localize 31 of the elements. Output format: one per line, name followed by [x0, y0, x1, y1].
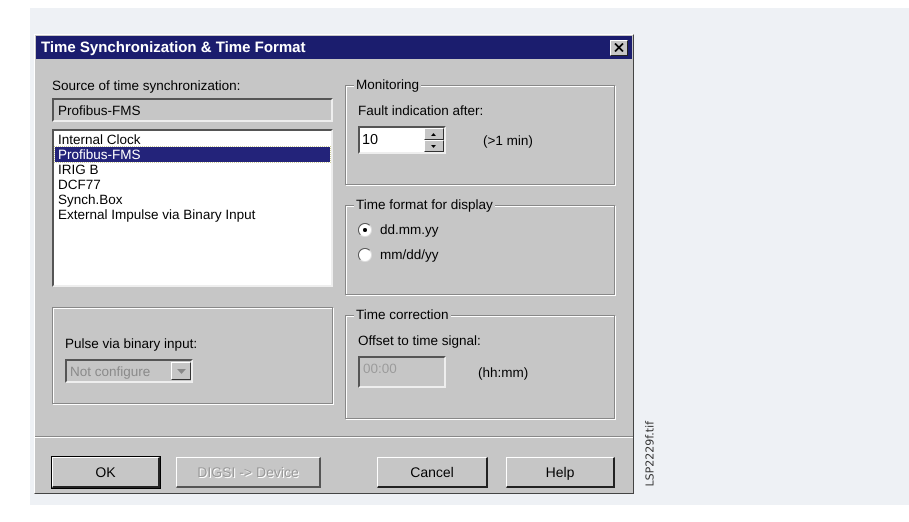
list-item[interactable]: Synch.Box [55, 192, 330, 207]
group-title: Time correction [354, 307, 451, 322]
radio-label[interactable]: dd.mm.yy [380, 222, 438, 237]
list-item[interactable]: External Impulse via Binary Input [55, 207, 330, 222]
list-item[interactable]: Internal Clock [55, 132, 330, 147]
radio-button[interactable] [358, 248, 372, 262]
unit-label: (hh:mm) [478, 364, 528, 380]
pulse-label: Pulse via binary input: [65, 336, 198, 351]
close-icon [614, 43, 624, 52]
offset-label: Offset to time signal: [358, 333, 481, 348]
down-arrow-icon [431, 144, 436, 148]
radio-label[interactable]: mm/dd/yy [380, 247, 438, 262]
window-title: Time Synchronization & Time Format [41, 39, 306, 56]
dialog-button[interactable]: OK [52, 457, 160, 488]
source-field: Profibus-FMS [52, 98, 333, 122]
dialog-button[interactable]: Help [506, 457, 615, 488]
close-button[interactable] [610, 40, 628, 56]
source-label: Source of time synchronization: [52, 78, 242, 93]
figure-label: LSP2229f.tif [644, 420, 656, 486]
group-title: Monitoring [354, 77, 422, 92]
list-item[interactable]: DCF77 [55, 177, 330, 192]
dialog-button[interactable]: Cancel [377, 457, 488, 488]
unit-label: (>1 min) [482, 132, 533, 148]
radio-button[interactable] [358, 222, 372, 236]
dropdown-arrow-icon [176, 368, 186, 374]
fault-label: Fault indication after: [358, 103, 484, 118]
list-item[interactable]: Profibus-FMS [55, 147, 330, 162]
list-item[interactable]: IRIG B [55, 162, 330, 177]
group-title: Time format for display [354, 197, 495, 212]
spin-field[interactable]: 10 [358, 126, 446, 154]
up-arrow-icon [431, 132, 436, 136]
